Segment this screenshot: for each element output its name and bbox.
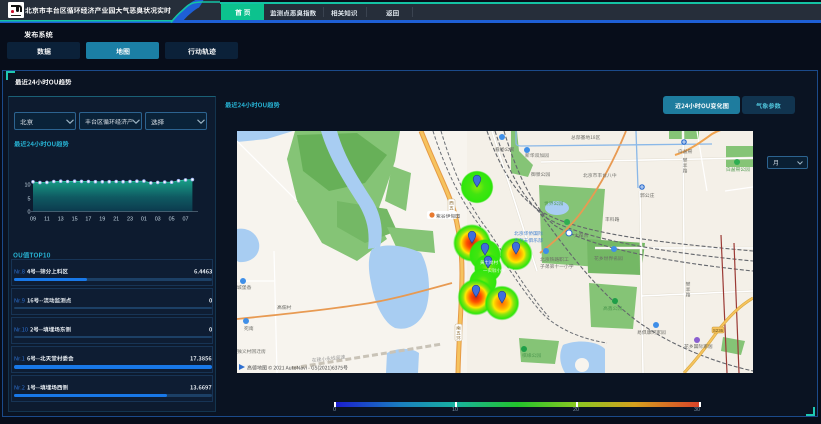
- svg-text:15: 15: [72, 217, 78, 223]
- svg-text:5: 5: [28, 196, 31, 202]
- svg-text:0: 0: [28, 209, 31, 215]
- svg-text:03: 03: [155, 217, 161, 223]
- svg-text:05: 05: [169, 217, 175, 223]
- svg-text:10: 10: [25, 182, 31, 188]
- svg-text:17: 17: [85, 217, 91, 223]
- svg-text:19: 19: [99, 217, 105, 223]
- svg-text:01: 01: [141, 217, 147, 223]
- svg-text:07: 07: [183, 217, 189, 223]
- svg-text:S236: S236: [713, 328, 724, 333]
- svg-text:11: 11: [44, 217, 50, 223]
- svg-text:23: 23: [127, 217, 133, 223]
- svg-text:21: 21: [113, 217, 119, 223]
- svg-text:09: 09: [30, 217, 36, 223]
- svg-text:13: 13: [58, 217, 64, 223]
